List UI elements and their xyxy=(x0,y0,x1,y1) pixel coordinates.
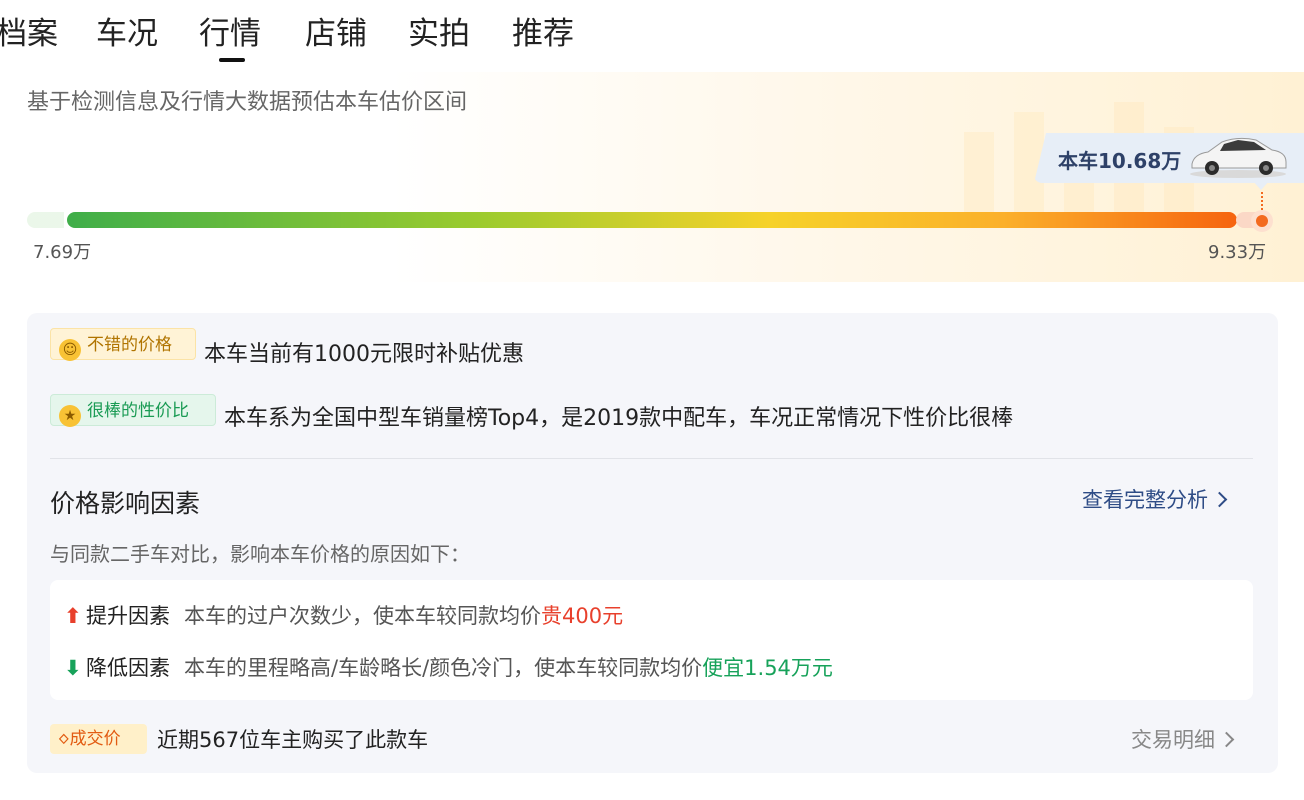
chevron-right-icon xyxy=(1211,491,1228,508)
range-high-label: 9.33万 xyxy=(1208,242,1267,263)
price-marker-line xyxy=(1261,192,1263,210)
good-price-text: 本车当前有1000元限时补贴优惠 xyxy=(204,342,524,367)
range-low-label: 7.69万 xyxy=(33,242,92,263)
tab-condition[interactable]: 车况 xyxy=(96,14,158,54)
factors-title: 价格影响因素 xyxy=(50,489,201,518)
factor-down-row: ⬇ 降低因素 本车的里程略高/车龄略长/颜色冷门，使本车较同款均价便宜1.54万元 xyxy=(64,656,833,680)
active-tab-indicator xyxy=(219,58,245,62)
deal-price-tag: 🝔成交价 xyxy=(50,724,147,754)
divider xyxy=(50,458,1253,459)
full-analysis-link[interactable]: 查看完整分析 xyxy=(1082,484,1228,514)
callout-pointer xyxy=(1252,180,1270,190)
tab-market[interactable]: 行情 xyxy=(199,14,261,54)
great-value-tag: ★ 很棒的性价比 xyxy=(50,394,216,427)
great-value-text: 本车系为全国中型车销量榜Top4，是2019款中配车，车况正常情况下性价比很棒 xyxy=(224,406,1014,431)
star-eyes-face-icon: ★ xyxy=(59,405,81,427)
deal-icon: 🝔 xyxy=(58,729,70,749)
car-image xyxy=(1190,137,1287,178)
car-price-marker xyxy=(1251,210,1273,232)
estimate-subtitle: 基于检测信息及行情大数据预估本车估价区间 xyxy=(27,90,468,115)
factor-up-row: ⬆ 提升因素 本车的过户次数少，使本车较同款均价贵400元 xyxy=(64,604,624,628)
price-range-bar xyxy=(67,212,1237,228)
car-price-label: 本车10.68万 xyxy=(1058,149,1182,173)
arrow-down-icon: ⬇ xyxy=(64,656,82,680)
tab-archive[interactable]: 档案 xyxy=(0,14,58,54)
tab-bar: 档案 车况 行情 店铺 实拍 推荐 xyxy=(0,0,1304,66)
good-price-tag: ☺ 不错的价格 xyxy=(50,328,196,361)
arrow-up-icon: ⬆ xyxy=(64,604,82,628)
factors-subtitle: 与同款二手车对比，影响本车价格的原因如下： xyxy=(50,542,470,566)
tab-photos[interactable]: 实拍 xyxy=(408,14,470,54)
smile-face-icon: ☺ xyxy=(59,339,81,361)
trade-details-link[interactable]: 交易明细 xyxy=(1131,724,1235,754)
tab-recommend[interactable]: 推荐 xyxy=(512,14,574,54)
tab-store[interactable]: 店铺 xyxy=(305,14,367,54)
deal-text: 近期567位车主购买了此款车 xyxy=(157,728,429,752)
factors-list xyxy=(50,580,1253,700)
chevron-right-icon xyxy=(1218,731,1235,748)
